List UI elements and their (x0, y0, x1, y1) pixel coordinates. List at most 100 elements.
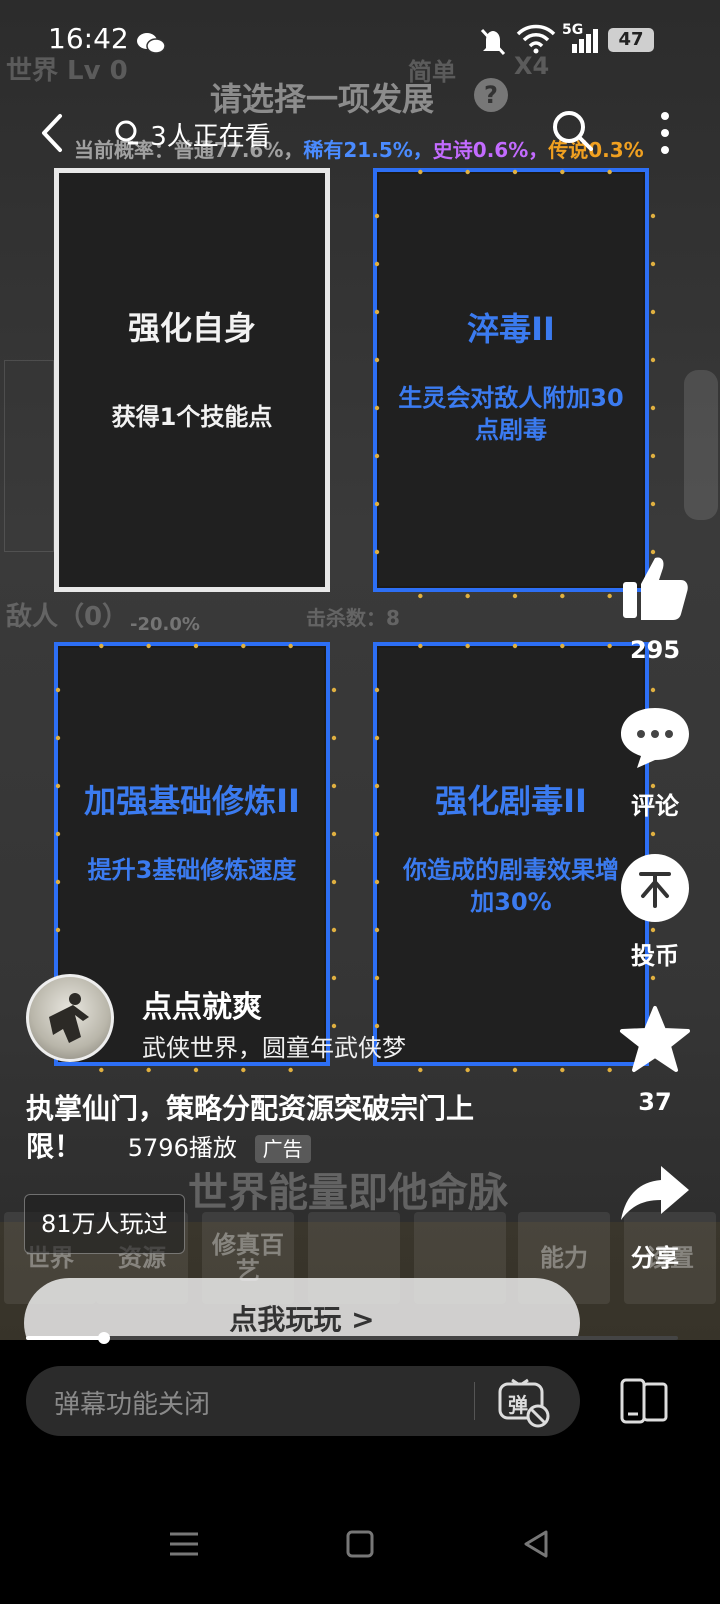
video-title-line2: 限！ 5796播放 广告 (26, 1128, 586, 1168)
signal-icon (572, 29, 598, 53)
back-nav-button[interactable] (516, 1524, 556, 1564)
border-dot (99, 1067, 104, 1073)
border-dot (512, 643, 518, 649)
game-banner: 世界能量即他命脉 (188, 1170, 508, 1216)
home-button[interactable] (340, 1524, 380, 1564)
card-desc: 你造成的剧毒效果增加30% (403, 856, 619, 916)
progress-knob[interactable] (98, 1332, 111, 1344)
ad-tag: 广告 (254, 1135, 311, 1163)
border-dot (55, 927, 61, 933)
border-dot (560, 593, 565, 599)
more-button[interactable] (650, 108, 680, 158)
border-dot (465, 1067, 470, 1073)
border-dot (374, 501, 380, 507)
border-dot (650, 261, 656, 267)
thumbs-up-icon (623, 557, 688, 620)
author-avatar[interactable] (26, 974, 114, 1062)
battery-level: 47 (618, 29, 644, 50)
back-button[interactable] (28, 108, 78, 158)
card-desc: 获得1个技能点 (111, 403, 273, 431)
card-desc: 生灵会对敌人附加30点剧毒 (398, 384, 624, 444)
border-dot (288, 1067, 293, 1073)
screen-mode-button[interactable] (616, 1374, 672, 1430)
share-icon (621, 1166, 689, 1220)
border-dot (193, 1067, 199, 1073)
card-title: 加强基础修炼II (84, 782, 300, 820)
person-icon (115, 120, 138, 145)
border-dot (331, 927, 337, 933)
border-dot (331, 879, 337, 885)
border-dot (650, 831, 656, 837)
border-dot (55, 687, 61, 693)
border-dot (374, 357, 380, 363)
play-cta-button[interactable]: 点我玩玩 > (24, 1278, 580, 1340)
border-dot (374, 549, 380, 555)
choice-card-2[interactable]: 淬毒II 生灵会对敌人附加30点剧毒 (373, 168, 656, 599)
border-dot (650, 309, 656, 315)
border-dot (650, 405, 656, 411)
border-dot (193, 643, 199, 649)
top-nav: 3人正在看 (0, 100, 720, 170)
border-dot (374, 453, 380, 459)
comment-label: 评论 (631, 792, 679, 820)
share-button[interactable]: 分享 (610, 1160, 700, 1273)
comment-icon (621, 708, 689, 768)
split-screen-icon (620, 1378, 668, 1424)
border-dot (512, 593, 518, 599)
border-dot (374, 687, 380, 693)
coin-label: 投币 (631, 942, 679, 970)
danmaku-divider (474, 1382, 475, 1420)
game-kills: 击杀数：8 (306, 606, 400, 630)
like-button[interactable]: 295 (610, 552, 700, 664)
comment-button[interactable]: 评论 (610, 702, 700, 821)
mute-icon (480, 28, 506, 56)
danmaku-toggle[interactable]: 弹 (498, 1376, 552, 1428)
card-title: 淬毒II (467, 310, 555, 348)
danmaku-input[interactable]: 弹幕功能关闭 弹 (26, 1366, 580, 1436)
chevron-left-icon (42, 114, 62, 152)
cta-label: 点我玩玩 > (229, 1303, 375, 1336)
border-dot (650, 975, 656, 981)
favorite-count: 37 (638, 1088, 672, 1116)
video-player[interactable]: 世界 Lv 0 简单 X4 请选择一项发展 ? 当前概率：普通77.6%，稀有2… (0, 0, 720, 1340)
border-dot (331, 975, 337, 981)
author-name[interactable]: 点点就爽 (142, 982, 262, 1026)
border-dot (374, 927, 380, 933)
border-dot (241, 1067, 246, 1073)
border-dot (288, 643, 293, 649)
video-title-text: 限！ (26, 1130, 83, 1163)
border-dot (374, 213, 380, 219)
battery-icon: 47 (608, 28, 654, 52)
video-title-line1: 执掌仙门，策略分配资源突破宗门上 (26, 1092, 475, 1125)
border-dot (331, 735, 337, 741)
favorite-button[interactable]: 37 (610, 1004, 700, 1116)
more-vertical-icon (661, 112, 669, 154)
border-dot (146, 1067, 151, 1073)
progress-fill (26, 1336, 105, 1340)
border-dot (650, 453, 656, 459)
border-dot (607, 169, 612, 175)
border-dot (241, 643, 246, 649)
recents-button[interactable] (164, 1524, 204, 1564)
like-count: 295 (629, 636, 681, 664)
search-icon (553, 111, 593, 151)
border-dot (418, 1067, 423, 1073)
choice-card-4[interactable]: 强化剧毒II 你造成的剧毒效果增加30% (373, 642, 656, 1073)
star-icon (620, 1006, 690, 1072)
border-dot (418, 643, 423, 649)
danmaku-placeholder: 弹幕功能关闭 (54, 1390, 211, 1420)
border-dot (418, 593, 423, 599)
video-title: 执掌仙门，策略分配资源突破宗门上 限！ 5796播放 广告 (26, 1090, 586, 1168)
choice-card-1[interactable]: 强化自身 获得1个技能点 (54, 168, 330, 592)
border-dot (560, 643, 565, 649)
search-button[interactable] (548, 106, 598, 156)
progress-track[interactable] (26, 1332, 678, 1344)
border-dot (99, 643, 104, 649)
coin-button[interactable]: 投币 (610, 852, 700, 971)
border-dot (374, 879, 380, 885)
border-dot (55, 831, 61, 837)
game-scrollbar (684, 370, 718, 520)
border-dot (374, 975, 380, 981)
border-dot (650, 501, 656, 507)
play-count: 5796播放 (127, 1134, 237, 1162)
